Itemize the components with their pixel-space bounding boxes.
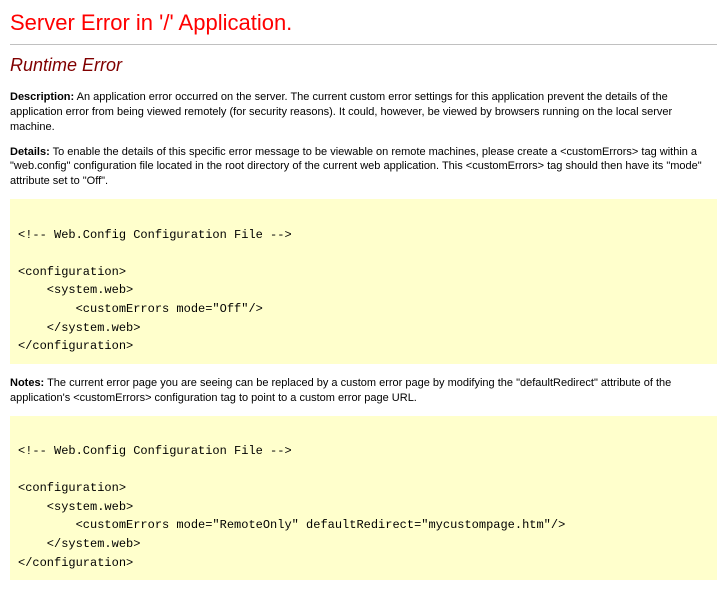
server-error-title: Server Error in '/' Application. [10,10,717,40]
description-section: Description: An application error occurr… [10,90,717,135]
notes-text: The current error page you are seeing ca… [10,377,671,404]
notes-label: Notes: [10,377,44,389]
description-label: Description: [10,91,74,103]
divider [10,44,717,45]
notes-section: Notes: The current error page you are se… [10,376,717,406]
config-code-2: <!-- Web.Config Configuration File --> <… [10,416,717,581]
details-text: To enable the details of this specific e… [10,146,702,188]
details-section: Details: To enable the details of this s… [10,145,717,190]
description-text: An application error occurred on the ser… [10,91,672,133]
details-label: Details: [10,146,50,158]
runtime-error-heading: Runtime Error [10,55,717,76]
config-code-1: <!-- Web.Config Configuration File --> <… [10,199,717,364]
